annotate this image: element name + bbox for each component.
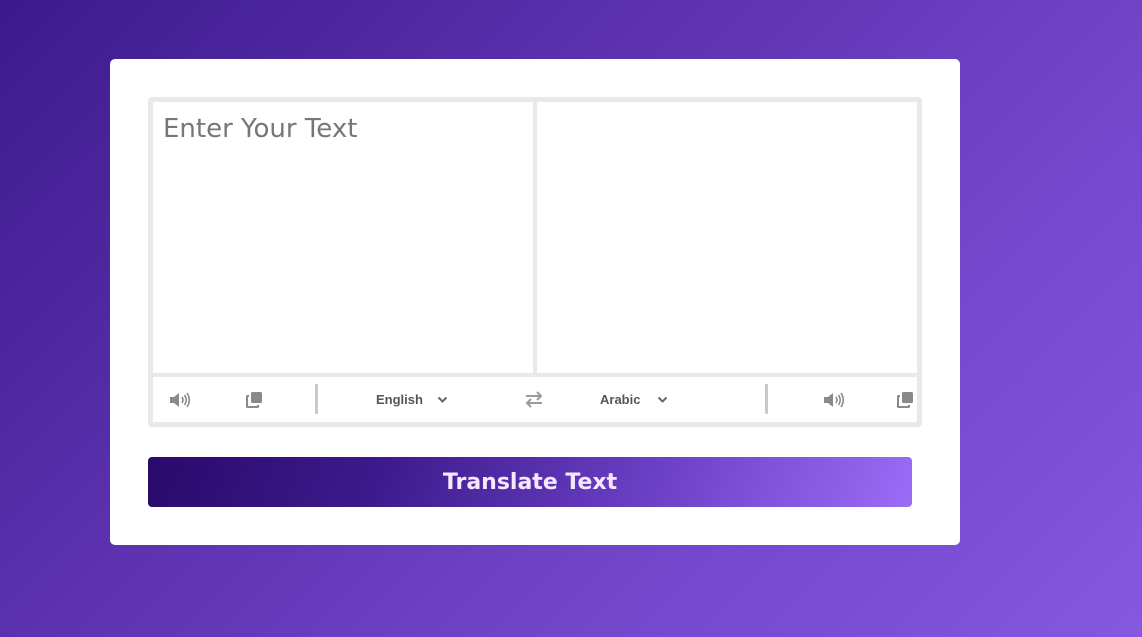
target-language-select[interactable]: Arabic: [600, 377, 668, 422]
source-speak-button[interactable]: [167, 377, 193, 422]
swap-languages-button[interactable]: [522, 377, 546, 422]
source-text-input[interactable]: [153, 102, 533, 373]
divider: [765, 384, 768, 414]
copy-icon: [897, 392, 913, 408]
translate-button[interactable]: Translate Text: [148, 457, 912, 507]
speaker-icon: [824, 392, 845, 407]
translator-card: English Arabic: [110, 59, 960, 545]
target-language-label: Arabic: [600, 392, 641, 407]
source-pane: [153, 102, 533, 373]
divider: [315, 384, 318, 414]
copy-icon: [245, 392, 262, 408]
source-copy-button[interactable]: [243, 377, 265, 422]
chevron-down-icon: [657, 396, 668, 404]
text-panes: [153, 102, 917, 373]
target-speak-button[interactable]: [821, 377, 847, 422]
target-copy-button[interactable]: [897, 377, 917, 422]
controls-bar: English Arabic: [153, 377, 917, 422]
translator-box: English Arabic: [148, 97, 922, 427]
source-language-select[interactable]: English: [376, 377, 448, 422]
speaker-icon: [170, 392, 191, 407]
target-text-output[interactable]: [537, 102, 917, 373]
source-language-label: English: [376, 392, 423, 407]
swap-icon: [525, 391, 543, 408]
target-pane: [537, 102, 917, 373]
chevron-down-icon: [437, 396, 448, 404]
